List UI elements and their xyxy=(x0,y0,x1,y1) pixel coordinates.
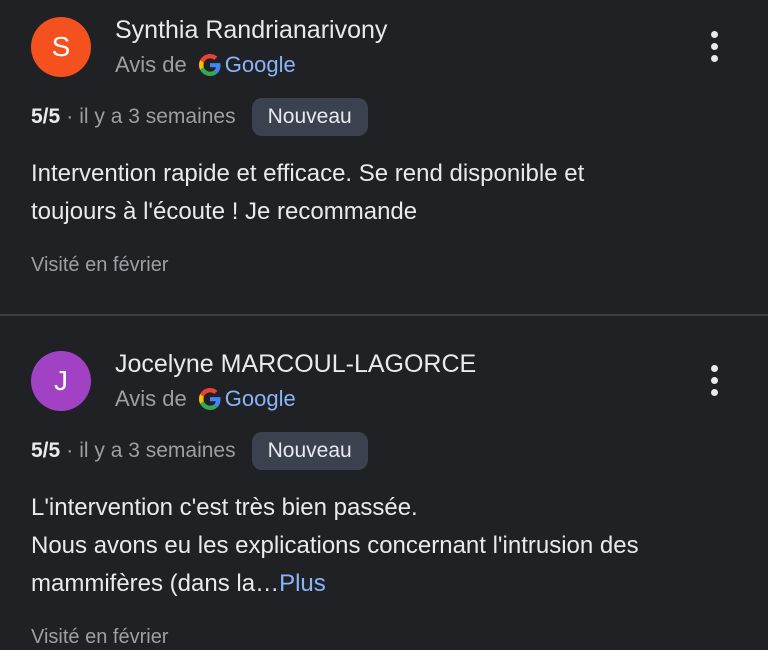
google-source-link[interactable]: Google xyxy=(225,386,296,412)
review-text: Intervention rapide et efficace. Se rend… xyxy=(31,155,731,231)
new-badge: Nouveau xyxy=(251,98,368,136)
new-badge: Nouveau xyxy=(251,432,368,470)
more-link[interactable]: Plus xyxy=(279,570,326,597)
separator: · xyxy=(66,105,74,128)
review-text-line: toujours à l'écoute ! Je recommande xyxy=(31,198,418,225)
more-options-icon[interactable] xyxy=(700,26,728,66)
avatar[interactable]: S xyxy=(31,17,91,77)
visited-date: Visité en février xyxy=(31,626,169,648)
review-text: L'intervention c'est très bien passée. N… xyxy=(31,489,731,603)
avatar[interactable]: J xyxy=(31,351,91,411)
review-text-truncated: mammifères (dans la… xyxy=(31,570,280,597)
review-meta: 5/5 · il y a 3 semaines Nouveau xyxy=(31,98,368,136)
google-g-icon xyxy=(198,54,221,76)
google-source-link[interactable]: Google xyxy=(225,52,296,78)
rating: 5/5 xyxy=(31,105,61,128)
more-options-icon[interactable] xyxy=(700,360,728,400)
reviewer-name[interactable]: Synthia Randrianarivony xyxy=(115,16,387,45)
review-time: il y a 3 semaines xyxy=(79,439,236,462)
review-text-line: Nous avons eu les explications concernan… xyxy=(31,532,639,559)
review-time: il y a 3 semaines xyxy=(79,105,236,128)
google-g-icon xyxy=(198,388,221,410)
review-source: Avis de Google xyxy=(115,386,296,412)
source-prefix: Avis de xyxy=(115,386,187,411)
visited-date: Visité en février xyxy=(31,254,169,276)
review-source: Avis de Google xyxy=(115,52,296,78)
divider xyxy=(0,314,768,316)
review-text-line: Intervention rapide et efficace. Se rend… xyxy=(31,160,585,187)
review-text-line-last: mammifères (dans la…Plus xyxy=(31,565,731,603)
reviewer-name[interactable]: Jocelyne MARCOUL-LAGORCE xyxy=(115,350,476,379)
review-meta: 5/5 · il y a 3 semaines Nouveau xyxy=(31,432,368,470)
source-prefix: Avis de xyxy=(115,52,187,77)
review-text-line: L'intervention c'est très bien passée. xyxy=(31,494,418,521)
rating: 5/5 xyxy=(31,439,61,462)
separator: · xyxy=(66,439,74,462)
